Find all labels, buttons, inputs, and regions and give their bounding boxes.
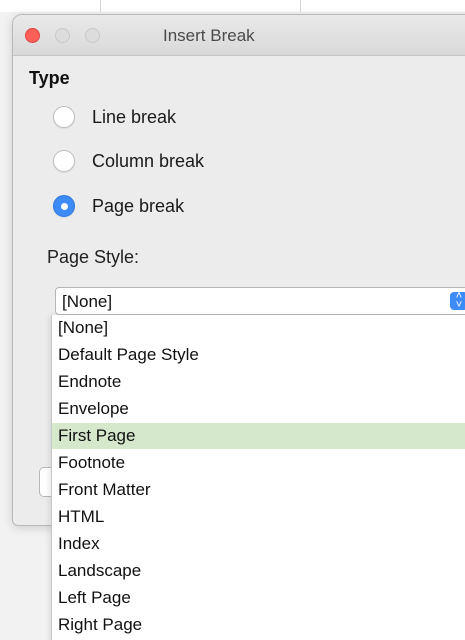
page-style-dropdown-list: [None] Default Page Style Endnote Envelo… [51, 315, 465, 640]
dropdown-option[interactable]: Footnote [52, 450, 465, 476]
radio-dot-icon [61, 203, 68, 210]
dropdown-option-highlighted[interactable]: First Page [52, 423, 465, 449]
radio-button-checked[interactable] [53, 195, 75, 217]
radio-button[interactable] [53, 106, 75, 128]
radio-label: Line break [92, 106, 177, 127]
page-style-select[interactable]: [None] ˄ ˅ [55, 287, 465, 315]
radio-page-break[interactable]: Page break [53, 193, 184, 219]
radio-line-break[interactable]: Line break [53, 104, 176, 130]
close-window-button[interactable] [25, 28, 40, 43]
dropdown-option[interactable]: Right Page [52, 612, 465, 638]
page-style-selected-value: [None] [62, 292, 113, 311]
dropdown-option[interactable]: Endnote [52, 369, 465, 395]
title-bar: Insert Break [13, 15, 465, 56]
dropdown-option[interactable]: HTML [52, 504, 465, 530]
radio-label: Page break [92, 195, 185, 216]
zoom-window-button[interactable] [85, 28, 100, 43]
window-title: Insert Break [163, 26, 255, 45]
radio-column-break[interactable]: Column break [53, 148, 204, 174]
dropdown-option[interactable]: Left Page [52, 585, 465, 611]
dropdown-option[interactable]: Index [52, 531, 465, 557]
minimize-window-button[interactable] [55, 28, 70, 43]
background-gridline [300, 0, 301, 12]
page-style-label: Page Style: [47, 247, 140, 267]
dropdown-option[interactable]: [None] [52, 315, 465, 341]
radio-button[interactable] [53, 150, 75, 172]
type-section-heading: Type [29, 68, 70, 88]
radio-label: Column break [92, 150, 205, 171]
dropdown-option[interactable]: Landscape [52, 558, 465, 584]
up-down-chevron-icon[interactable]: ˄ ˅ [450, 291, 465, 311]
dropdown-option[interactable]: Envelope [52, 396, 465, 422]
dropdown-option[interactable]: Default Page Style [52, 342, 465, 368]
dropdown-option[interactable]: Front Matter [52, 477, 465, 503]
background-gridline [100, 0, 101, 12]
background-document [0, 0, 465, 12]
